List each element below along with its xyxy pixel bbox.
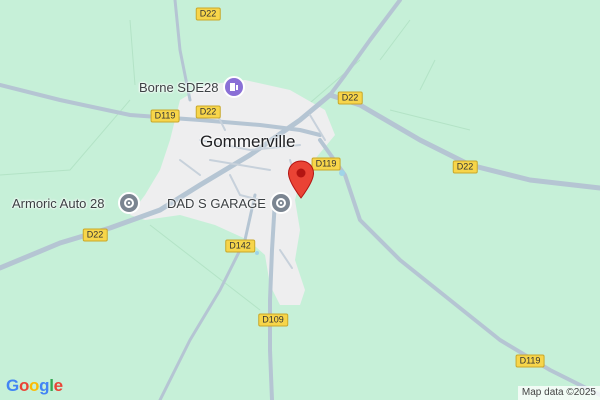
road-badge-d119-west: D119 — [150, 109, 180, 123]
garage-icon[interactable] — [118, 192, 140, 214]
road-badge-d22-west: D22 — [82, 228, 108, 242]
town-label[interactable]: Gommerville — [200, 132, 295, 152]
road-badge-d142: D142 — [225, 239, 255, 253]
road-badge-d119-center: D119 — [311, 157, 341, 171]
poi-label-garage-east[interactable]: DAD S GARAGE — [167, 196, 266, 211]
road-badge-d22-center: D22 — [337, 91, 363, 105]
map-canvas[interactable]: D22 D22 D22 D22 D22 D119 D119 D119 D142 … — [0, 0, 600, 400]
garage-glyph — [276, 198, 286, 208]
google-logo: Google — [6, 376, 63, 395]
ev-charging-glyph — [230, 83, 238, 91]
poi-label-garage-west[interactable]: Armoric Auto 28 — [12, 196, 105, 211]
road-badge-d22-east: D22 — [452, 160, 478, 174]
road-badge-d119-south: D119 — [515, 354, 545, 368]
map-attribution[interactable]: Map data ©2025 — [517, 386, 600, 400]
location-pin-icon[interactable] — [287, 160, 315, 200]
ev-charging-icon[interactable] — [223, 76, 245, 98]
road-badge-d22-town: D22 — [195, 105, 221, 119]
road-badge-d109: D109 — [258, 313, 288, 327]
road-badge-d22-north: D22 — [195, 7, 221, 21]
poi-label-charging[interactable]: Borne SDE28 — [139, 80, 219, 95]
garage-glyph — [124, 198, 134, 208]
